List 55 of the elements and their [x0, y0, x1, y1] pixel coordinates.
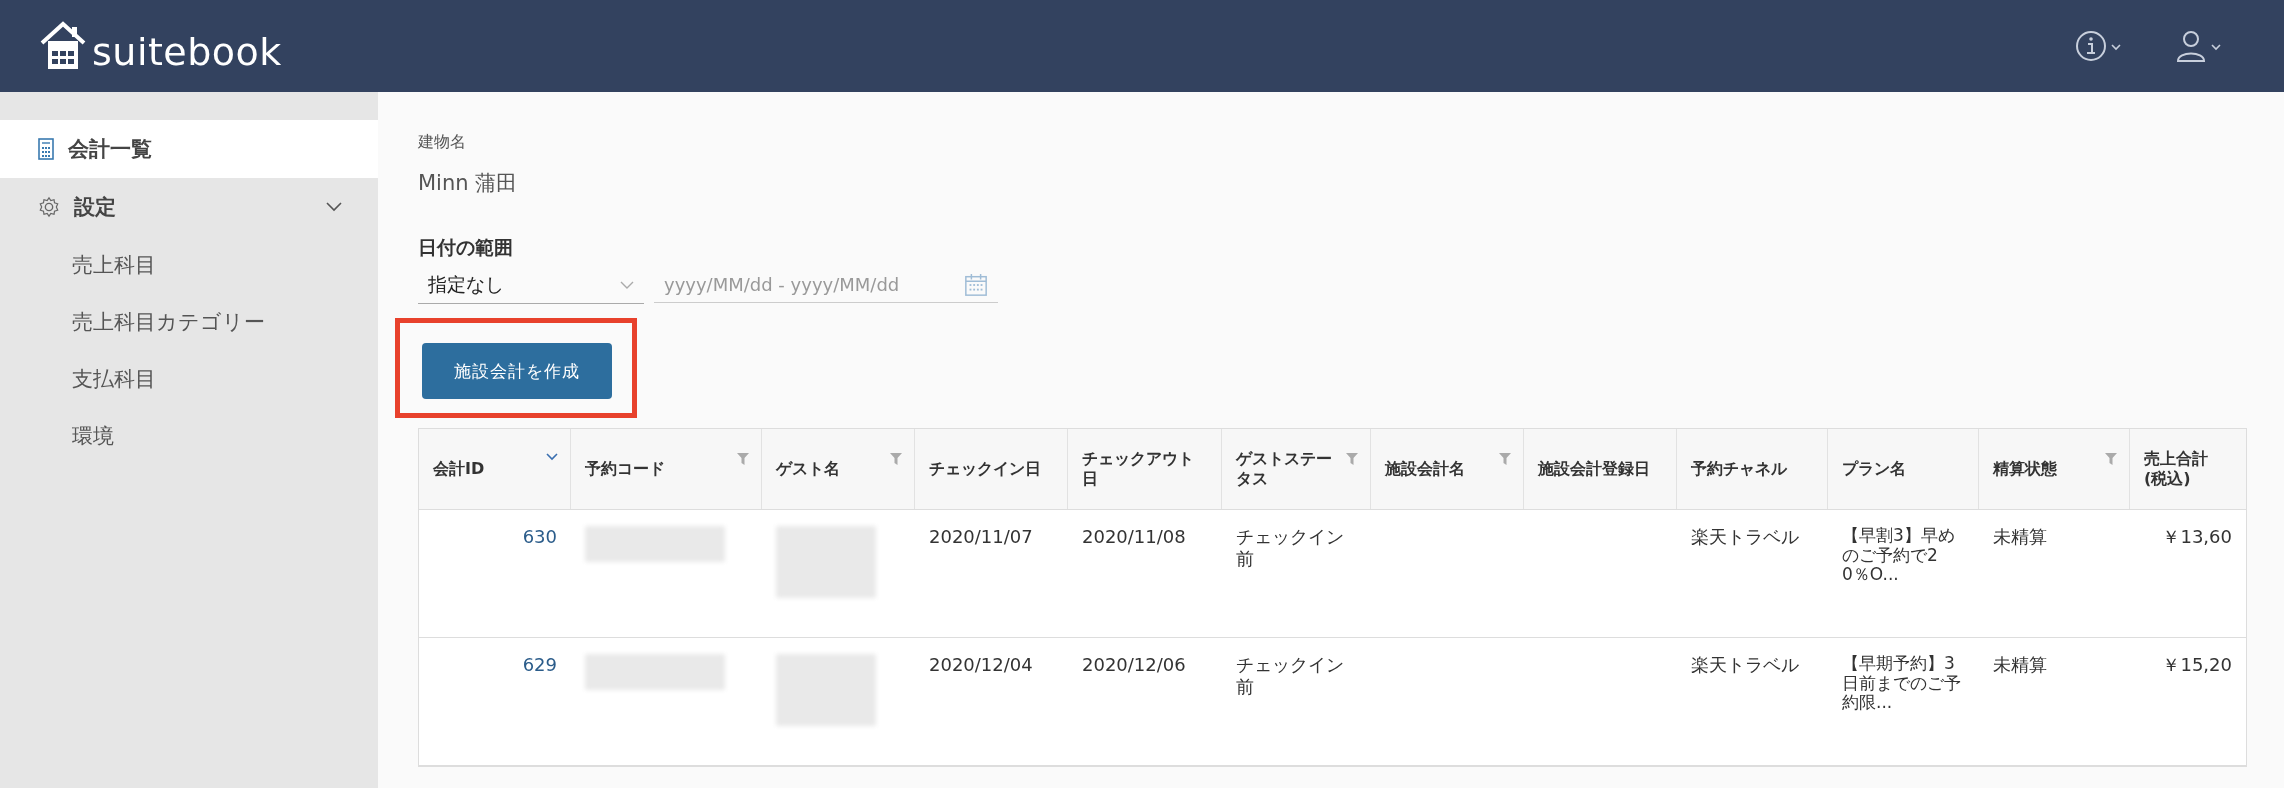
sidebar-subitem[interactable]: 支払科目	[0, 350, 378, 407]
filter-icon[interactable]	[1499, 453, 1511, 465]
caret-icon	[620, 281, 634, 289]
table-cell: 2020/11/07	[929, 526, 1033, 547]
settings-icon	[38, 196, 60, 218]
house-calendar-icon	[40, 21, 86, 71]
chevron-icon	[326, 202, 342, 212]
column-header[interactable]: 施設会計登録日	[1524, 429, 1677, 509]
create-button[interactable]: 施設会計を作成	[422, 343, 612, 399]
column-header[interactable]: 売上合計 (税込)	[2130, 429, 2246, 509]
column-header[interactable]: 予約チャネル	[1677, 429, 1828, 509]
table-cell: 未精算	[1993, 526, 2047, 547]
column-header[interactable]: チェックイン日	[915, 429, 1068, 509]
logo-text: suitebook	[92, 33, 282, 71]
column-header[interactable]: ゲスト名	[762, 429, 915, 509]
column-header[interactable]: 予約コード	[571, 429, 762, 509]
sidebar-subitem[interactable]: 環境	[0, 407, 378, 464]
table-cell: 未精算	[1993, 654, 2047, 675]
column-header[interactable]: 施設会計名	[1371, 429, 1524, 509]
building-label: 建物名	[418, 132, 467, 153]
column-header[interactable]: ゲストステータス	[1222, 429, 1371, 509]
table-cell: 2020/12/04	[929, 654, 1033, 675]
date-range-select[interactable]: 指定なし	[418, 267, 644, 304]
building-name: Minn 蒲田	[418, 170, 519, 197]
table-cell: ￥15,20	[2162, 654, 2232, 675]
filter-icon[interactable]	[737, 453, 749, 465]
column-header[interactable]: 精算状態	[1979, 429, 2130, 509]
sort-chevron-icon[interactable]	[546, 453, 558, 461]
table-cell: 楽天トラベル	[1691, 526, 1799, 547]
sidebar-subitem[interactable]: 売上科目カテゴリー	[0, 293, 378, 350]
date-range-field[interactable]: yyyy/MM/dd - yyyy/MM/dd	[654, 267, 998, 303]
calendar-icon[interactable]	[964, 272, 988, 297]
sidebar-subitem[interactable]: 売上科目	[0, 236, 378, 293]
sidebar-item[interactable]: 会計一覧	[0, 120, 378, 178]
filter-icon[interactable]	[890, 453, 902, 465]
table-cell: チェックイン前	[1236, 526, 1344, 569]
column-header[interactable]: 会計ID	[419, 429, 571, 509]
info-menu-button[interactable]	[2074, 29, 2124, 63]
sidebar-item[interactable]: 設定	[0, 178, 378, 236]
table-cell: ￥13,60	[2162, 526, 2232, 547]
calculator-icon	[38, 138, 54, 160]
filter-icon[interactable]	[2105, 453, 2117, 465]
table-cell: 2020/11/08	[1082, 526, 1186, 547]
column-header[interactable]: チェックアウト日	[1068, 429, 1222, 509]
column-header[interactable]: プラン名	[1828, 429, 1979, 509]
user-menu-button[interactable]	[2174, 29, 2224, 63]
filter-icon[interactable]	[1346, 453, 1358, 465]
table-cell: 楽天トラベル	[1691, 654, 1799, 675]
table-cell: チェックイン前	[1236, 654, 1344, 697]
table-cell: 【早期予約】3日前までのご予約限...	[1842, 653, 1961, 713]
table-cell: 【早割3】早めのご予約で20％O...	[1842, 525, 1955, 585]
account-id-link[interactable]: 630	[522, 526, 557, 547]
account-id-link[interactable]: 629	[522, 654, 557, 675]
table-cell: 2020/12/06	[1082, 654, 1186, 675]
date-range-label: 日付の範囲	[418, 235, 514, 260]
